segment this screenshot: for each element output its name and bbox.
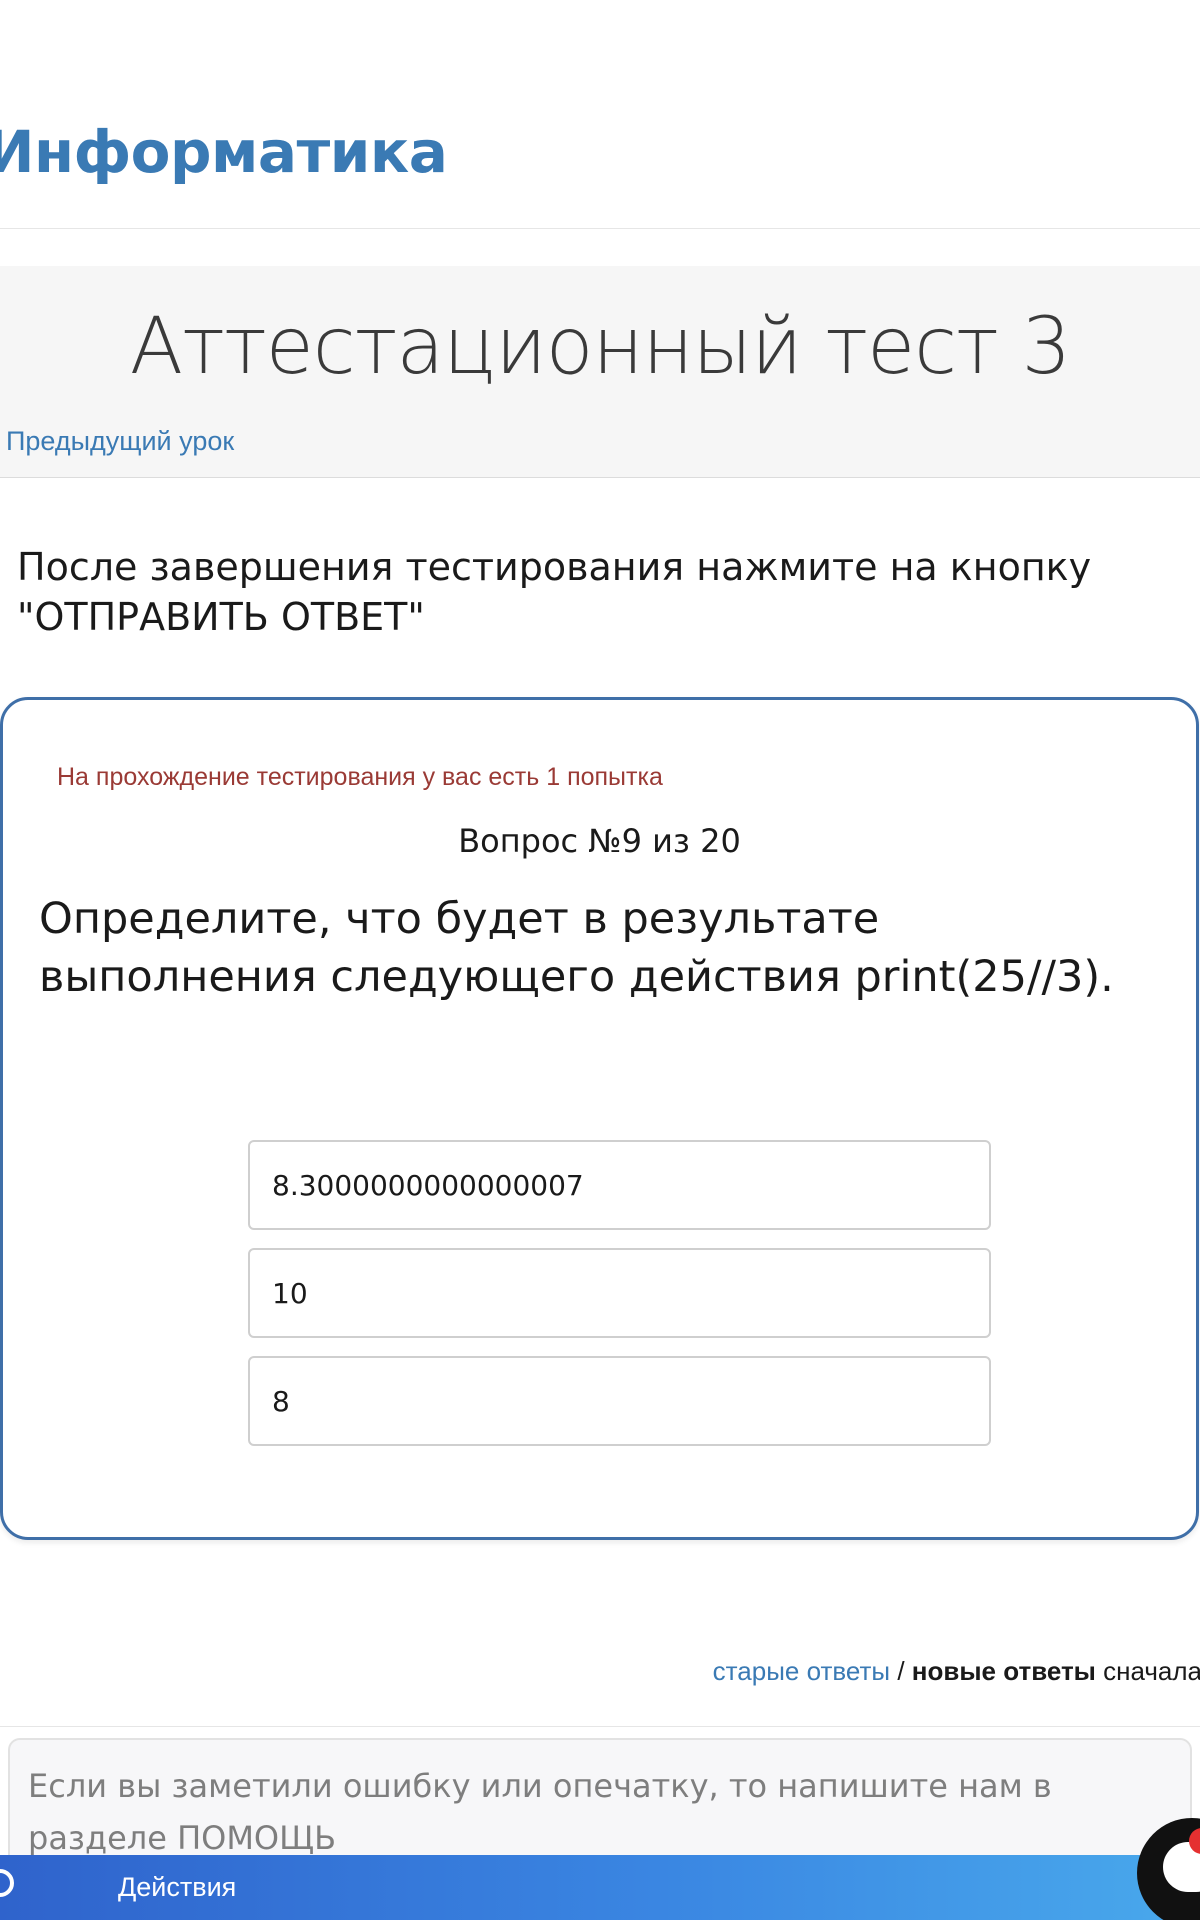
question-text: Определите, что будет в результате выпол… xyxy=(39,894,1114,1002)
lesson-title: Аттестационный тест 3 xyxy=(129,302,1071,392)
answer-option[interactable]: 8 xyxy=(248,1356,991,1446)
search-icon[interactable] xyxy=(0,1869,14,1897)
quiz-card: На прохождение тестирования у вас есть 1… xyxy=(0,697,1199,1540)
bottom-action-bar: Действия xyxy=(0,1855,1200,1920)
instruction-text: После завершения тестирования нажмите на… xyxy=(17,545,1092,639)
sort-separator: / xyxy=(890,1656,912,1686)
sort-old-first-link[interactable]: старые ответы xyxy=(713,1656,890,1686)
answer-option[interactable]: 8.3000000000000007 xyxy=(248,1140,991,1230)
answer-option[interactable]: 10 xyxy=(248,1248,991,1338)
lesson-header: Аттестационный тест 3 Предыдущий урок xyxy=(0,266,1200,478)
question-counter: Вопрос №9 из 20 xyxy=(458,822,741,860)
attempts-note: На прохождение тестирования у вас есть 1… xyxy=(57,763,663,791)
divider xyxy=(0,228,1200,229)
divider xyxy=(0,1726,1200,1727)
previous-lesson-link[interactable]: Предыдущий урок xyxy=(6,426,234,457)
site-title[interactable]: Информатика xyxy=(0,118,448,186)
sort-suffix: сначала xyxy=(1095,1656,1200,1686)
actions-button[interactable]: Действия xyxy=(118,1872,236,1903)
answers-sort: старые ответы / новые ответы сначала xyxy=(713,1656,1200,1687)
sort-new-first-link[interactable]: новые ответы xyxy=(912,1656,1096,1686)
answer-list: 8.3000000000000007 10 8 xyxy=(248,1140,991,1464)
